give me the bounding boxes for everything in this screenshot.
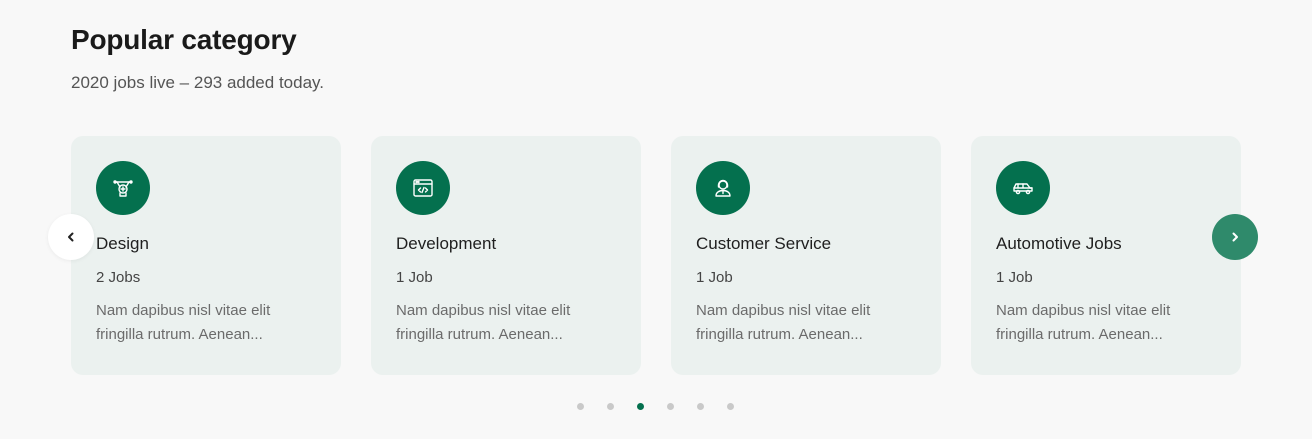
category-description: Nam dapibus nisl vitae elit fringilla ru… xyxy=(696,302,871,343)
category-name: Automotive Jobs xyxy=(996,234,1122,253)
category-name: Development xyxy=(396,234,497,253)
category-name: Design xyxy=(96,234,149,253)
category-card-design[interactable]: Design 2 Jobs Nam dapibus nisl vitae eli… xyxy=(71,136,341,375)
category-card-development[interactable]: Development 1 Job Nam dapibus nisl vitae… xyxy=(371,136,641,375)
design-icon xyxy=(96,161,150,215)
category-name: Customer Service xyxy=(696,234,832,253)
category-job-count: 1 Job xyxy=(396,269,433,286)
category-carousel-track: Design 2 Jobs Nam dapibus nisl vitae eli… xyxy=(71,136,1241,375)
carousel-dot-4[interactable] xyxy=(667,403,674,410)
category-description: Nam dapibus nisl vitae elit fringilla ru… xyxy=(996,302,1171,343)
section-title: Popular category xyxy=(71,24,297,55)
carousel-dot-3[interactable] xyxy=(637,403,644,410)
carousel-dot-2[interactable] xyxy=(607,403,614,410)
carousel-next-button[interactable] xyxy=(1212,214,1258,260)
carousel-prev-button[interactable] xyxy=(48,214,94,260)
support-agent-icon xyxy=(696,161,750,215)
category-card-automotive-jobs[interactable]: Automotive Jobs 1 Job Nam dapibus nisl v… xyxy=(971,136,1241,375)
carousel-pagination xyxy=(577,403,734,410)
code-window-icon xyxy=(396,161,450,215)
category-job-count: 1 Job xyxy=(996,269,1033,286)
category-card-customer-service[interactable]: Customer Service 1 Job Nam dapibus nisl … xyxy=(671,136,941,375)
carousel-dot-1[interactable] xyxy=(577,403,584,410)
chevron-left-icon xyxy=(68,232,74,242)
category-description: Nam dapibus nisl vitae elit fringilla ru… xyxy=(96,302,271,343)
carousel-dot-5[interactable] xyxy=(697,403,704,410)
chevron-right-icon xyxy=(1232,232,1238,242)
section-subtitle: 2020 jobs live – 293 added today. xyxy=(71,73,324,92)
carousel-dot-6[interactable] xyxy=(727,403,734,410)
car-icon xyxy=(996,161,1050,215)
category-job-count: 2 Jobs xyxy=(96,269,141,286)
category-description: Nam dapibus nisl vitae elit fringilla ru… xyxy=(396,302,571,343)
popular-category-section: Popular category 2020 jobs live – 293 ad… xyxy=(0,0,1312,439)
category-job-count: 1 Job xyxy=(696,269,733,286)
